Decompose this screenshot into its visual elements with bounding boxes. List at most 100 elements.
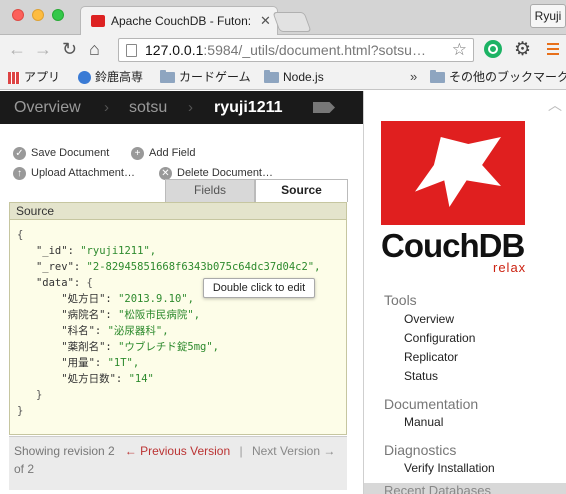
json-key: "data": <box>35 277 87 289</box>
gear-icon[interactable]: ⚙ <box>514 38 531 61</box>
bookmark-cardgame[interactable]: カードゲーム <box>160 69 251 86</box>
delete-x-icon: ✕ <box>159 166 172 180</box>
tab-close-icon[interactable]: ✕ <box>260 13 271 29</box>
code-line: "薬剤名": "ウブレチド錠5mg", <box>17 339 346 355</box>
json-source-code[interactable]: { "_id": "ryuji1211", "_rev": "2-8294585… <box>10 220 346 419</box>
add-field-button[interactable]: + Add Field <box>131 146 195 160</box>
json-key: "処方日": <box>61 293 119 305</box>
documentation-heading: Documentation <box>384 396 479 412</box>
edit-tooltip: Double click to edit <box>203 278 315 298</box>
sidebar-item-replicator[interactable]: Replicator <box>404 350 458 364</box>
json-key: "用量": <box>61 357 108 369</box>
folder-icon <box>264 70 279 84</box>
forward-arrow-icon[interactable]: → <box>34 39 52 59</box>
sidebar-item-verify-installation[interactable]: Verify Installation <box>404 461 495 475</box>
revision-status: Showing revision 2 <box>14 444 115 458</box>
json-brace: } <box>35 389 43 401</box>
folder-icon <box>160 70 175 84</box>
sidebar-item-status[interactable]: Status <box>404 369 438 383</box>
code-line: } <box>17 387 346 403</box>
json-value: "泌尿器科", <box>107 325 169 337</box>
sidebar-item-configuration[interactable]: Configuration <box>404 331 475 345</box>
document-tag-icon <box>313 102 335 113</box>
browser-tab-active[interactable]: Apache CouchDB - Futon: ✕ <box>80 6 278 36</box>
couchdb-favicon-icon <box>91 15 105 27</box>
bookmark-suzuka[interactable]: 鈴鹿高専 <box>78 69 143 86</box>
couchdb-logo-mark <box>381 121 525 225</box>
code-line: "_rev": "2-82945851668f6343b075c64dc37d0… <box>17 259 346 275</box>
source-header: Source <box>10 203 346 220</box>
json-brace: } <box>17 405 24 417</box>
json-value: "1T", <box>107 357 140 369</box>
breadcrumb-document: ryuji1211 <box>214 99 283 116</box>
json-key: "科名": <box>61 325 108 337</box>
collapse-sidebar-icon[interactable]: ︿ <box>548 95 562 115</box>
maximize-window-button[interactable] <box>52 9 64 21</box>
revision-pager: Showing revision 2 ← Previous Version | … <box>9 436 347 490</box>
reload-icon[interactable]: ↻ <box>62 39 77 59</box>
recent-databases-heading: Recent Databases <box>364 483 566 494</box>
source-panel[interactable]: Source { "_id": "ryuji1211", "_rev": "2-… <box>9 202 347 435</box>
breadcrumb-separator-icon: › <box>188 99 193 116</box>
revision-total: of 2 <box>14 462 35 476</box>
minimize-window-button[interactable] <box>32 9 44 21</box>
code-line: "科名": "泌尿器科", <box>17 323 346 339</box>
sidebar-item-manual[interactable]: Manual <box>404 415 443 429</box>
browser-tab-bar: Apache CouchDB - Futon: ✕ Ryuji <box>0 0 566 36</box>
globe-icon <box>78 71 91 85</box>
browser-toolbar: ← → ↻ ⌂ 127.0.0.1:5984/_utils/document.h… <box>0 35 566 65</box>
upload-attachment-button[interactable]: ↑ Upload Attachment… <box>13 166 135 180</box>
json-value: "松阪市民病院", <box>118 309 201 321</box>
bookmark-star-icon[interactable]: ☆ <box>452 40 467 60</box>
bookmarks-bar: アプリ 鈴鹿高専 カードゲーム Node.js » その他のブックマーク <box>0 65 566 90</box>
json-key: "薬剤名": <box>61 341 119 353</box>
json-key: "病院名": <box>61 309 119 321</box>
profile-button[interactable]: Ryuji <box>530 4 566 28</box>
json-value: "2013.9.10", <box>118 293 194 305</box>
json-value: "2-82945851668f6343b075c64dc37d04c2", <box>86 261 321 273</box>
diagnostics-heading: Diagnostics <box>384 442 457 458</box>
breadcrumb-overview[interactable]: Overview <box>14 99 81 117</box>
code-line: "病院名": "松阪市民病院", <box>17 307 346 323</box>
bookmark-apps[interactable]: アプリ <box>8 69 60 86</box>
code-line: "_id": "ryuji1211", <box>17 243 346 259</box>
json-key: "_id": <box>35 245 81 257</box>
extension-icon[interactable] <box>484 40 502 58</box>
page-icon <box>126 44 137 57</box>
browser-menu-icon[interactable] <box>547 43 559 55</box>
plus-icon: + <box>131 146 144 160</box>
couchdb-logo: CouchDB relax <box>381 121 527 275</box>
back-arrow-icon[interactable]: ← <box>8 39 26 59</box>
code-line: "処方日数": "14" <box>17 371 346 387</box>
bookmark-nodejs[interactable]: Node.js <box>264 69 324 86</box>
json-brace: { <box>17 229 24 241</box>
tab-fields[interactable]: Fields <box>165 179 255 202</box>
close-window-button[interactable] <box>12 9 24 21</box>
address-bar[interactable]: 127.0.0.1:5984/_utils/document.html?sots… <box>118 38 474 62</box>
json-key: "処方日数": <box>61 373 129 385</box>
tab-title: Apache CouchDB - Futon: <box>111 14 251 28</box>
tools-heading: Tools <box>384 292 417 308</box>
json-value: "ウブレチド錠5mg", <box>118 341 219 353</box>
sidebar: ︿ CouchDB relax Tools Overview Configura… <box>363 91 566 494</box>
delete-document-button[interactable]: ✕ Delete Document… <box>159 166 273 180</box>
next-version-link: Next Version → <box>251 444 336 458</box>
bookmark-other[interactable]: その他のブックマーク <box>430 69 566 86</box>
sidebar-item-overview[interactable]: Overview <box>404 312 454 326</box>
breadcrumb-database[interactable]: sotsu <box>129 99 167 117</box>
logo-tagline: relax <box>493 260 527 275</box>
code-line: } <box>17 403 346 419</box>
breadcrumb-separator-icon: › <box>104 99 109 116</box>
new-tab-button[interactable] <box>272 12 312 32</box>
home-icon[interactable]: ⌂ <box>89 39 100 59</box>
tab-source[interactable]: Source <box>255 179 348 202</box>
upload-arrow-icon: ↑ <box>13 166 26 180</box>
save-document-button[interactable]: ✓ Save Document <box>13 146 109 160</box>
folder-icon <box>430 70 445 84</box>
previous-version-link[interactable]: ← Previous Version <box>125 444 230 458</box>
json-key: "_rev": <box>35 261 87 273</box>
apps-grid-icon <box>8 71 20 84</box>
json-brace: { <box>86 277 93 289</box>
json-value: "ryuji1211", <box>80 245 157 257</box>
more-bookmarks-button[interactable]: » <box>410 69 417 84</box>
